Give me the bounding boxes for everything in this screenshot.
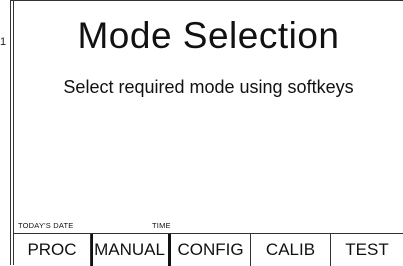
screen-subtitle: Select required mode using softkeys (63, 77, 354, 97)
softkey-test[interactable]: TEST (331, 234, 403, 266)
time-label: TIME (152, 221, 171, 230)
softkey-bar: PROC MANUAL CONFIG CALIB TEST (14, 233, 403, 266)
softkey-config[interactable]: CONFIG (171, 234, 251, 266)
screen-title: Mode Selection (77, 15, 340, 56)
page-number: 1 (0, 36, 7, 48)
screen-top-border (10, 0, 403, 1)
softkey-calib[interactable]: CALIB (251, 234, 331, 266)
softkey-proc[interactable]: PROC (14, 234, 91, 266)
softkey-manual[interactable]: MANUAL (91, 234, 171, 266)
date-label: TODAY'S DATE (18, 221, 74, 230)
